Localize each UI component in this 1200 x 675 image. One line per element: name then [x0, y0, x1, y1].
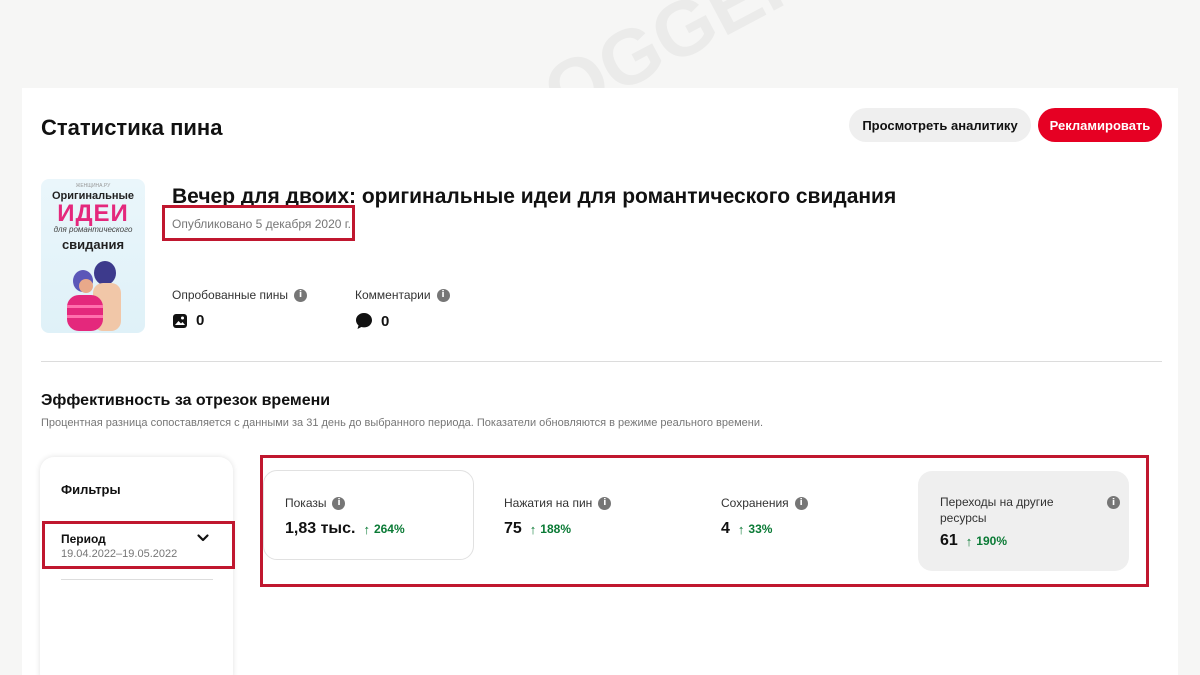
pin-thumbnail[interactable]: ЖЕНЩИНА.РУ Оригинальные ИДЕИ для романти… — [41, 179, 145, 333]
couple-illustration — [67, 261, 121, 331]
comments-label: Комментарии — [355, 288, 431, 302]
promote-button[interactable]: Рекламировать — [1038, 108, 1162, 142]
pin-stats-card: Статистика пина Просмотреть аналитику Ре… — [22, 88, 1178, 675]
filters-title: Фильтры — [61, 482, 121, 497]
info-icon[interactable]: i — [293, 288, 307, 302]
comments-value: 0 — [381, 312, 390, 330]
page-title: Статистика пина — [41, 115, 223, 140]
thumbnail-site: ЖЕНЩИНА.РУ — [75, 183, 111, 189]
thumbnail-line3: для романтического — [53, 225, 133, 234]
comment-icon — [356, 313, 372, 329]
info-icon[interactable]: i — [436, 288, 450, 302]
comments-stat: Комментарии i 0 — [355, 288, 450, 330]
highlight-published — [162, 205, 355, 241]
view-analytics-button[interactable]: Просмотреть аналитику — [849, 108, 1031, 142]
highlight-metrics — [260, 455, 1149, 587]
filter-divider — [61, 579, 213, 580]
section-title: Эффективность за отрезок времени — [41, 392, 331, 409]
thumbnail-line4: свидания — [61, 237, 125, 252]
highlight-period — [42, 521, 235, 569]
tried-pins-value: 0 — [196, 312, 205, 329]
tried-pins-stat: Опробованные пины i 0 — [172, 288, 307, 329]
divider — [41, 361, 1162, 362]
section-subtitle: Процентная разница сопоставляется с данн… — [41, 417, 764, 429]
thumbnail-line2: ИДЕИ — [57, 200, 129, 227]
tried-pins-label: Опробованные пины — [172, 288, 288, 302]
image-icon — [173, 313, 187, 328]
